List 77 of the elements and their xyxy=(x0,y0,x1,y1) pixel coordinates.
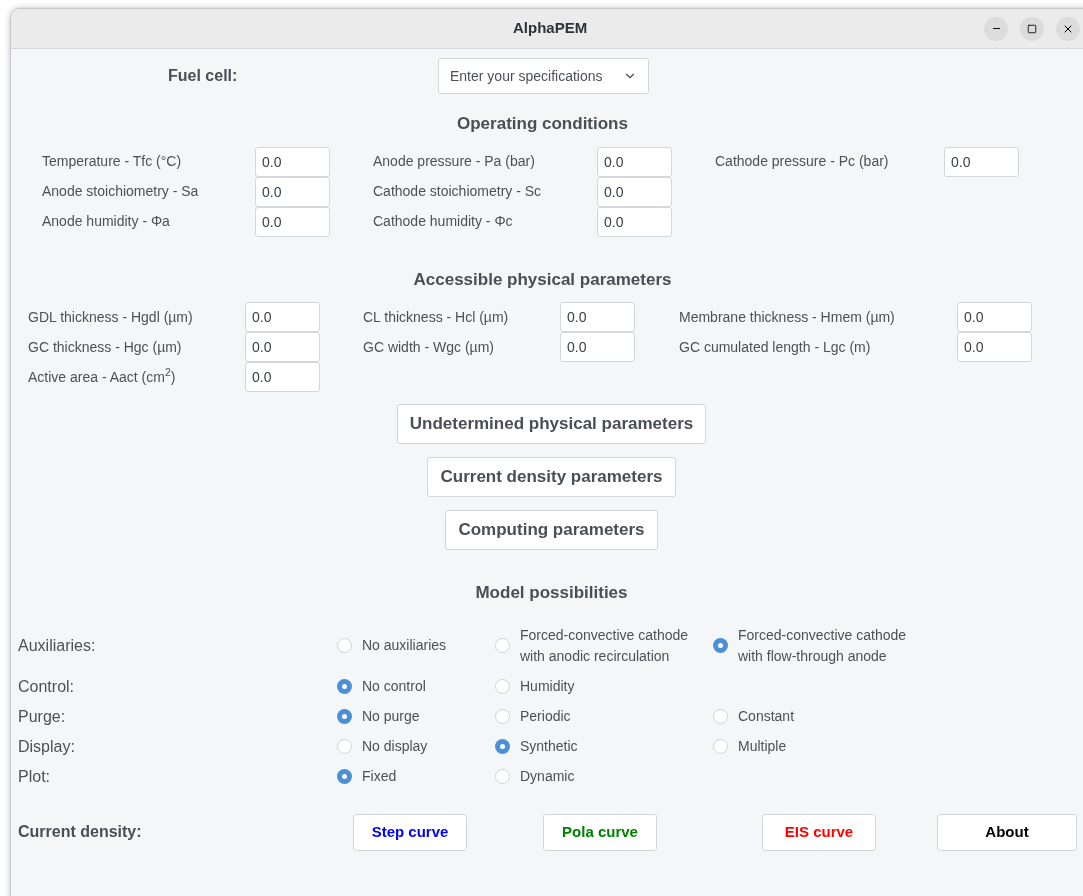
radio-button[interactable] xyxy=(713,638,728,653)
option-label: Multiple xyxy=(738,737,787,756)
option-label: No control xyxy=(362,677,426,696)
maximize-button[interactable] xyxy=(1020,16,1044,41)
radio-button[interactable] xyxy=(495,739,510,754)
radio-button[interactable] xyxy=(337,739,352,754)
field-label: Membrane thickness - Hmem (µm) xyxy=(679,307,896,327)
option-label: Dynamic xyxy=(520,767,575,786)
option-label: Synthetic xyxy=(520,737,578,756)
input-field[interactable]: 0.0 xyxy=(597,146,672,177)
row-label: Auxiliaries: xyxy=(18,635,97,656)
radio-button[interactable] xyxy=(337,638,352,653)
input-field[interactable]: 0.0 xyxy=(957,302,1032,332)
input-field[interactable]: 0.0 xyxy=(245,362,320,392)
field-label: GC width - Wgc (µm) xyxy=(363,337,495,357)
input-field[interactable]: 0.0 xyxy=(597,206,672,237)
radio-button[interactable] xyxy=(495,679,510,694)
curve-button[interactable]: Pola curve xyxy=(543,813,657,851)
window-title: AlphaPEM xyxy=(513,18,588,39)
radio-button[interactable] xyxy=(713,709,728,724)
section-button[interactable]: Current density parameters xyxy=(427,457,676,497)
field-label: GDL thickness - Hgdl (µm) xyxy=(28,307,194,327)
row-label: Control: xyxy=(18,676,76,697)
field-label: Temperature - Tfc (°C) xyxy=(42,152,183,171)
close-button[interactable] xyxy=(1056,16,1080,41)
field-label: Anode humidity - Φa xyxy=(42,212,171,231)
option-label: No display xyxy=(362,737,428,756)
option-label: Constant xyxy=(738,707,795,726)
input-field[interactable]: 0.0 xyxy=(245,302,320,332)
option-label: No auxiliaries xyxy=(362,636,447,655)
field-label: CL thickness - Hcl (µm) xyxy=(363,307,510,327)
input-field[interactable]: 0.0 xyxy=(255,176,330,207)
maximize-icon xyxy=(1027,23,1037,34)
input-field[interactable]: 0.0 xyxy=(560,302,635,332)
section-button[interactable]: Undetermined physical parameters xyxy=(396,404,707,444)
row-label: Purge: xyxy=(18,706,67,727)
curve-button[interactable]: EIS curve xyxy=(762,813,876,851)
input-field[interactable]: 0.0 xyxy=(944,146,1019,177)
input-field[interactable]: 0.0 xyxy=(597,176,672,207)
input-field[interactable]: 0.0 xyxy=(560,332,635,362)
field-label: Anode pressure - Pa (bar) xyxy=(373,152,536,171)
field-label: Cathode pressure - Pc (bar) xyxy=(715,152,890,171)
current-density-label: Current density: xyxy=(18,822,143,842)
option-label: No purge xyxy=(362,707,420,726)
radio-button[interactable] xyxy=(337,679,352,694)
option-label: Periodic xyxy=(520,707,571,726)
field-label: Active area - Aact (cm$^{2}$) xyxy=(28,366,177,387)
section-title: Accessible physical parameters xyxy=(412,268,673,291)
radio-button[interactable] xyxy=(495,638,510,653)
input-field[interactable]: 0.0 xyxy=(245,332,320,362)
option-label: Forced-convective cathode with flow-through anode xyxy=(738,625,907,666)
input-field[interactable]: 0.0 xyxy=(957,332,1032,362)
curve-button[interactable]: Step curve xyxy=(353,813,467,851)
minimize-button[interactable] xyxy=(984,16,1008,41)
field-label: Cathode humidity - Φc xyxy=(373,212,514,231)
input-field[interactable]: 0.0 xyxy=(255,146,330,177)
curve-button[interactable]: About xyxy=(937,813,1077,851)
specifications-dropdown[interactable]: Enter your specifications xyxy=(438,58,649,94)
row-label: Display: xyxy=(18,736,76,757)
radio-button[interactable] xyxy=(495,769,510,784)
radio-button[interactable] xyxy=(495,709,510,724)
radio-button[interactable] xyxy=(713,739,728,754)
option-label: Forced-convective cathode with anodic recirculation xyxy=(520,625,689,666)
radio-button[interactable] xyxy=(337,769,352,784)
section-button[interactable]: Computing parameters xyxy=(445,510,658,550)
fuel-cell-label: Fuel cell: xyxy=(168,66,239,86)
radio-button[interactable] xyxy=(337,709,352,724)
section-title: Model possibilities xyxy=(474,582,629,604)
field-label: Anode stoichiometry - Sa xyxy=(42,182,200,201)
option-label: Humidity xyxy=(520,677,575,696)
input-field[interactable]: 0.0 xyxy=(255,206,330,237)
field-label: GC thickness - Hgc (µm) xyxy=(28,337,183,357)
option-label: Fixed xyxy=(362,767,397,786)
section-title: Operating conditions xyxy=(456,113,629,135)
field-label: Cathode stoichiometry - Sc xyxy=(373,182,543,201)
field-label: GC cumulated length - Lgc (m) xyxy=(679,337,872,357)
row-label: Plot: xyxy=(18,766,51,787)
